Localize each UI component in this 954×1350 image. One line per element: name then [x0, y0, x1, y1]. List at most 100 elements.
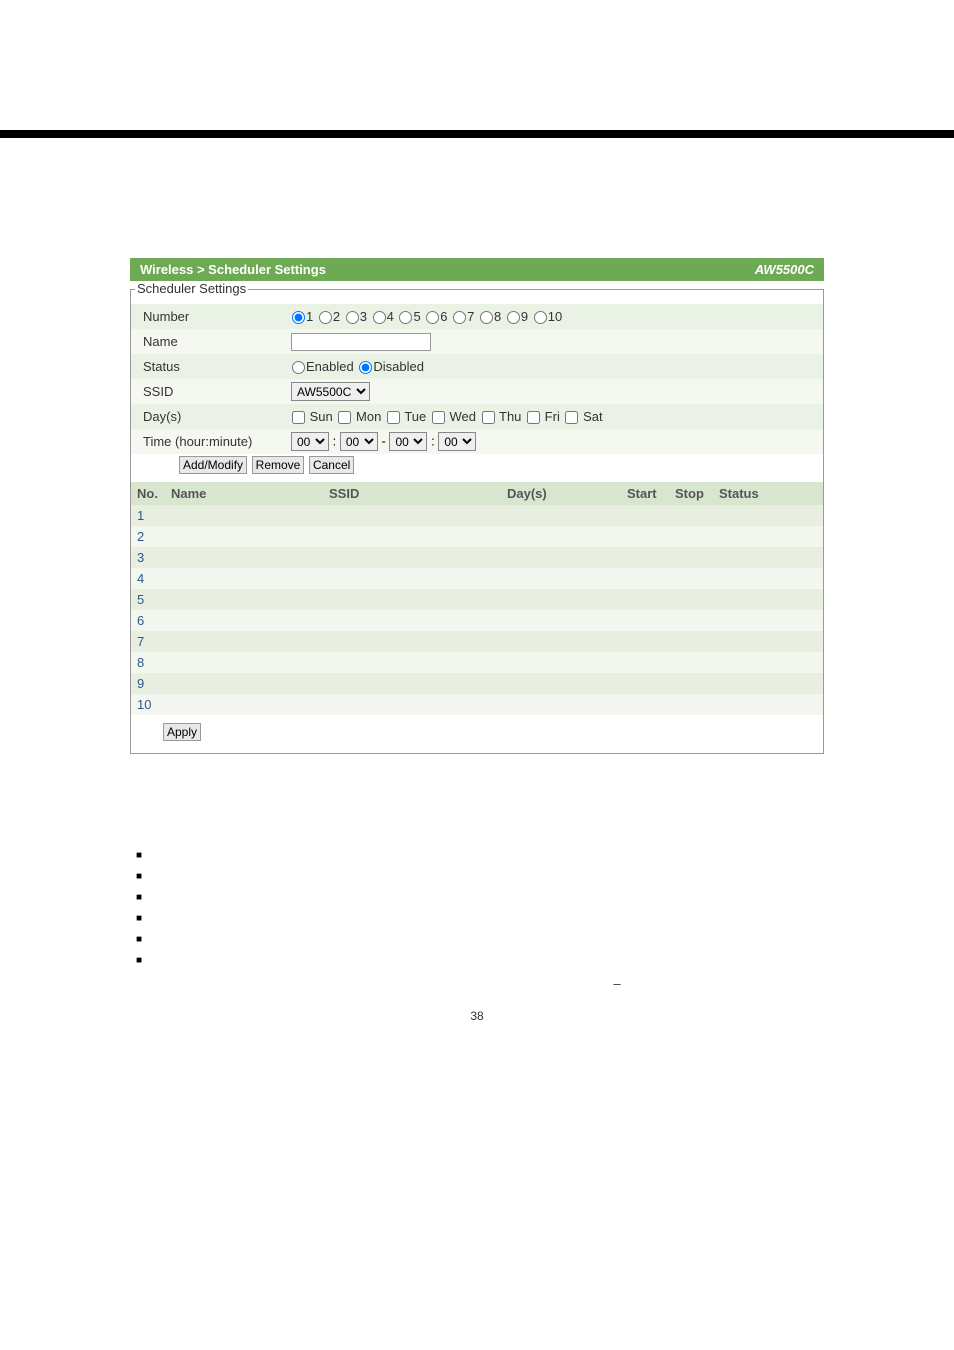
- number-radio-8[interactable]: [480, 311, 493, 324]
- td-name: [165, 610, 323, 631]
- apply-row: Apply: [131, 715, 823, 753]
- day-label: Sun: [310, 409, 333, 424]
- td-status: [713, 568, 823, 589]
- td-no: 2: [131, 526, 165, 547]
- colon: :: [333, 434, 337, 449]
- remove-button[interactable]: Remove: [252, 456, 305, 474]
- td-name: [165, 652, 323, 673]
- action-buttons-row: Add/Modify Remove Cancel: [131, 454, 823, 478]
- td-start: [621, 694, 669, 715]
- th-no: No.: [131, 482, 165, 505]
- number-radio-3[interactable]: [346, 311, 359, 324]
- td-no: 1: [131, 505, 165, 526]
- top-divider: [0, 130, 954, 138]
- day-wed-checkbox[interactable]: [432, 411, 445, 424]
- td-start: [621, 568, 669, 589]
- td-start: [621, 652, 669, 673]
- day-sun-checkbox[interactable]: [292, 411, 305, 424]
- td-name: [165, 547, 323, 568]
- td-start: [621, 526, 669, 547]
- row-number: Number 1 2 3 4 5 6 7 8 9 10: [131, 304, 823, 329]
- td-days: [501, 652, 621, 673]
- time-stop-minute-select[interactable]: 00: [438, 432, 476, 451]
- td-name: [165, 694, 323, 715]
- day-thu-checkbox[interactable]: [482, 411, 495, 424]
- page-header: Wireless > Scheduler Settings AW5500C: [130, 258, 824, 281]
- day-tue-checkbox[interactable]: [387, 411, 400, 424]
- apply-button[interactable]: Apply: [163, 723, 201, 741]
- td-stop: [669, 568, 713, 589]
- days-label: Day(s): [131, 409, 291, 424]
- td-stop: [669, 547, 713, 568]
- day-sat-checkbox[interactable]: [565, 411, 578, 424]
- td-days: [501, 589, 621, 610]
- td-ssid: [323, 673, 501, 694]
- number-radio-4[interactable]: [373, 311, 386, 324]
- number-option-label: 10: [548, 309, 562, 324]
- th-start: Start: [621, 482, 669, 505]
- td-no: 8: [131, 652, 165, 673]
- td-ssid: [323, 694, 501, 715]
- number-option-label: 9: [521, 309, 528, 324]
- td-start: [621, 673, 669, 694]
- row-name: Name: [131, 329, 823, 354]
- table-row: 7: [131, 631, 823, 652]
- td-no: 4: [131, 568, 165, 589]
- number-radio-6[interactable]: [426, 311, 439, 324]
- th-status: Status: [713, 482, 823, 505]
- number-radio-10[interactable]: [534, 311, 547, 324]
- td-status: [713, 631, 823, 652]
- bullet-item: ■: [136, 913, 824, 924]
- number-radio-2[interactable]: [319, 311, 332, 324]
- number-radio-1[interactable]: [292, 311, 305, 324]
- td-days: [501, 568, 621, 589]
- status-enabled-label: Enabled: [306, 359, 354, 374]
- bullet-item: ■: [136, 892, 824, 903]
- number-option-label: 6: [440, 309, 447, 324]
- number-option-label: 2: [333, 309, 340, 324]
- number-radio-7[interactable]: [453, 311, 466, 324]
- page-number: 38: [0, 1009, 954, 1023]
- number-option-label: 5: [413, 309, 420, 324]
- number-label: Number: [131, 309, 291, 324]
- td-stop: [669, 526, 713, 547]
- addmodify-button[interactable]: Add/Modify: [179, 456, 247, 474]
- day-label: Mon: [356, 409, 381, 424]
- breadcrumb: Wireless > Scheduler Settings: [140, 262, 326, 277]
- number-radio-5[interactable]: [399, 311, 412, 324]
- td-status: [713, 589, 823, 610]
- row-status: Status Enabled Disabled: [131, 354, 823, 379]
- ssid-select[interactable]: AW5500C: [291, 382, 370, 401]
- th-stop: Stop: [669, 482, 713, 505]
- time-start-minute-select[interactable]: 00: [340, 432, 378, 451]
- td-name: [165, 568, 323, 589]
- time-start-hour-select[interactable]: 00: [291, 432, 329, 451]
- bullet-item: ■: [136, 871, 824, 882]
- td-ssid: [323, 526, 501, 547]
- td-no: 7: [131, 631, 165, 652]
- time-label: Time (hour:minute): [131, 434, 291, 449]
- status-disabled-radio[interactable]: [359, 361, 372, 374]
- number-radio-9[interactable]: [507, 311, 520, 324]
- cancel-button[interactable]: Cancel: [309, 456, 354, 474]
- td-name: [165, 673, 323, 694]
- table-row: 10: [131, 694, 823, 715]
- td-days: [501, 547, 621, 568]
- td-no: 6: [131, 610, 165, 631]
- day-label: Thu: [499, 409, 521, 424]
- status-enabled-radio[interactable]: [292, 361, 305, 374]
- time-stop-hour-select[interactable]: 00: [389, 432, 427, 451]
- bullet-list: ■ ■ ■ ■ ■ ■: [136, 850, 824, 966]
- row-ssid: SSID AW5500C: [131, 379, 823, 404]
- td-ssid: [323, 631, 501, 652]
- table-row: 5: [131, 589, 823, 610]
- schedule-table: No. Name SSID Day(s) Start Stop Status 1…: [131, 482, 823, 715]
- name-input[interactable]: [291, 333, 431, 351]
- table-row: 8: [131, 652, 823, 673]
- scheduler-fieldset: Scheduler Settings Number 1 2 3 4 5 6 7 …: [130, 289, 824, 754]
- day-fri-checkbox[interactable]: [527, 411, 540, 424]
- td-ssid: [323, 505, 501, 526]
- td-days: [501, 610, 621, 631]
- td-name: [165, 526, 323, 547]
- day-mon-checkbox[interactable]: [338, 411, 351, 424]
